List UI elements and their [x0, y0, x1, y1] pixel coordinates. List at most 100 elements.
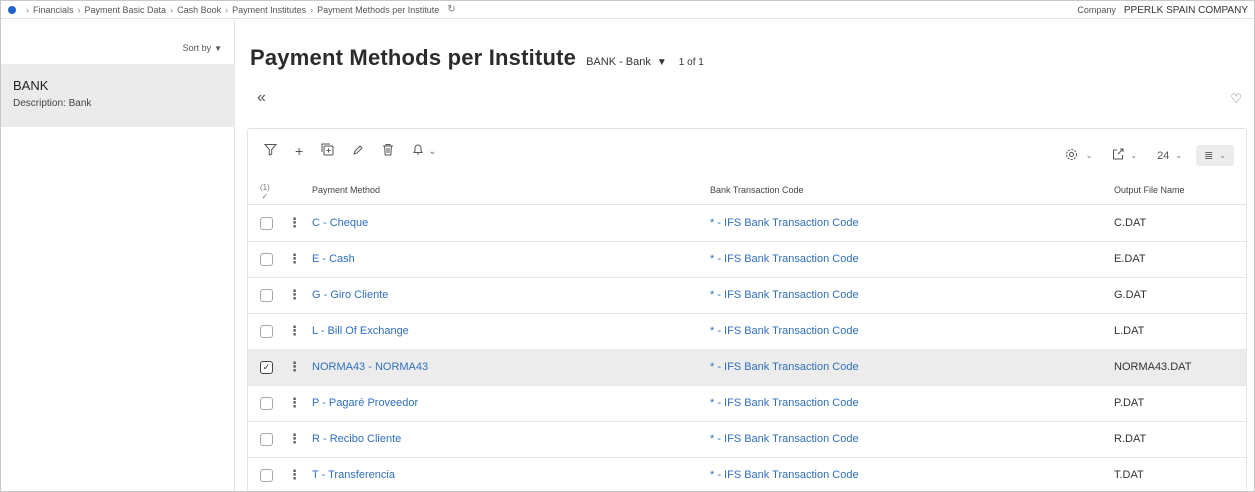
row-menu-icon[interactable]: ⋮ [288, 215, 301, 231]
table-row[interactable]: ⋮ T - Transferencia * - IFS Bank Transacti… [248, 458, 1246, 491]
edit-icon[interactable] [352, 143, 364, 159]
table-row[interactable]: ✓ ⋮ NORMA43 - NORMA43 * - IFS Bank Transact… [248, 350, 1246, 386]
page-size-value: 24 [1157, 149, 1170, 162]
chevron-down-icon: ⌄ [1130, 151, 1138, 160]
app-window: › Financials › Payment Basic Data › Cash… [0, 0, 1255, 492]
chevron-down-icon[interactable]: ⌄ [428, 146, 436, 157]
description-value: Bank [68, 98, 92, 109]
selection-count[interactable]: (1) ✓ [260, 183, 270, 201]
check-icon: ✓ [261, 192, 269, 201]
breadcrumb-cash-book[interactable]: Cash Book [177, 5, 221, 15]
bank-transaction-code-link[interactable]: * - IFS Bank Transaction Code [710, 253, 859, 265]
home-icon[interactable] [8, 5, 16, 14]
refresh-icon[interactable]: ↻ [447, 4, 455, 15]
sort-by-label: Sort by [182, 43, 212, 53]
output-file-name: G.DAT [1114, 289, 1147, 301]
payment-method-link[interactable]: NORMA43 - NORMA43 [312, 361, 428, 373]
payment-method-link[interactable]: L - Bill Of Exchange [312, 325, 409, 337]
row-menu-icon[interactable]: ⋮ [288, 251, 301, 267]
table-row[interactable]: ⋮ C - Cheque * - IFS Bank Transaction Code… [248, 206, 1246, 242]
chevron-down-icon: ⌄ [1175, 151, 1183, 160]
duplicate-icon[interactable] [321, 143, 334, 159]
row-checkbox[interactable] [260, 469, 273, 482]
caret-down-icon: ▼ [214, 44, 222, 53]
sort-by-button[interactable]: Sort by ▼ [183, 43, 222, 53]
page-title: Payment Methods per Institute [250, 45, 577, 70]
row-checkbox[interactable] [260, 217, 273, 230]
breadcrumb-payment-basic-data[interactable]: Payment Basic Data [85, 5, 167, 15]
chevron-right-icon: › [26, 4, 29, 15]
page-size-selector[interactable]: 24 ⌄ [1157, 150, 1182, 162]
row-menu-icon[interactable]: ⋮ [288, 395, 301, 411]
context-selector[interactable]: BANK - Bank ▼ [586, 56, 667, 68]
output-file-name: R.DAT [1114, 433, 1147, 445]
payment-method-link[interactable]: G - Giro Cliente [312, 289, 388, 301]
payment-method-link[interactable]: T - Transferencia [312, 469, 395, 481]
table-row[interactable]: ⋮ P - Pagaré Proveedor * - IFS Bank Transa… [248, 386, 1246, 422]
payment-method-link[interactable]: R - Recibo Cliente [312, 433, 401, 445]
company-label: Company [1077, 5, 1116, 15]
bank-transaction-code-link[interactable]: * - IFS Bank Transaction Code [710, 325, 859, 337]
row-menu-icon[interactable]: ⋮ [288, 431, 301, 447]
favorite-icon[interactable]: ♡ [1230, 91, 1242, 107]
bank-transaction-code-link[interactable]: * - IFS Bank Transaction Code [710, 397, 859, 409]
top-bar: › Financials › Payment Basic Data › Cash… [1, 1, 1254, 19]
row-checkbox[interactable]: ✓ [260, 361, 273, 374]
row-menu-icon[interactable]: ⋮ [288, 359, 301, 375]
chevron-right-icon: › [225, 4, 229, 15]
caret-down-icon: ▼ [656, 57, 667, 68]
output-file-name: NORMA43.DAT [1114, 361, 1192, 373]
record-card-title: BANK [13, 78, 49, 93]
breadcrumb-payment-institutes[interactable]: Payment Institutes [232, 5, 306, 15]
company-selector[interactable]: Company PPERLK SPAIN COMPANY [1077, 1, 1248, 19]
row-menu-icon[interactable]: ⋮ [288, 323, 301, 339]
bank-transaction-code-link[interactable]: * - IFS Bank Transaction Code [710, 433, 859, 445]
chevron-down-icon[interactable]: ⌄ [1086, 151, 1093, 160]
export-button[interactable]: ⌄ [1112, 148, 1137, 163]
row-checkbox[interactable] [260, 325, 273, 338]
column-header-payment-method[interactable]: Payment Method [312, 185, 380, 195]
record-list-panel: Sort by ▼ BANK Description: Bank [1, 20, 235, 491]
record-card-bank[interactable]: BANK Description: Bank [1, 64, 235, 127]
column-header-bank-transaction-code[interactable]: Bank Transaction Code [710, 185, 804, 195]
row-checkbox[interactable] [260, 397, 273, 410]
settings-icon[interactable] [1065, 148, 1078, 164]
payment-method-link[interactable]: E - Cash [312, 253, 355, 265]
output-file-name: P.DAT [1114, 397, 1145, 409]
row-checkbox[interactable] [260, 289, 273, 302]
row-menu-icon[interactable]: ⋮ [288, 467, 301, 483]
row-checkbox[interactable] [260, 253, 273, 266]
column-header-output-file-name[interactable]: Output File Name [1114, 185, 1185, 195]
breadcrumb-financials[interactable]: Financials [33, 5, 74, 15]
payment-method-link[interactable]: C - Cheque [312, 217, 368, 229]
delete-icon[interactable] [382, 143, 394, 159]
row-checkbox[interactable] [260, 433, 273, 446]
bank-transaction-code-link[interactable]: * - IFS Bank Transaction Code [710, 289, 859, 301]
output-file-name: C.DAT [1114, 217, 1147, 229]
table-row[interactable]: ⋮ E - Cash * - IFS Bank Transaction Code E.… [248, 242, 1246, 278]
breadcrumb-current: Payment Methods per Institute [317, 4, 440, 15]
row-menu-icon[interactable]: ⋮ [288, 287, 301, 303]
bank-transaction-code-link[interactable]: * - IFS Bank Transaction Code [710, 469, 859, 481]
breadcrumb: › Financials › Payment Basic Data › Cash… [22, 4, 456, 15]
data-grid: + ⌄ ⌄ ⌄ 24 ⌄ ≣ ⌄ (1) ✓ Payment Method Ba… [247, 128, 1247, 491]
add-icon[interactable]: + [295, 143, 303, 159]
output-file-name: E.DAT [1114, 253, 1146, 265]
selection-count-value: (1) [260, 183, 270, 192]
chevron-right-icon: › [170, 4, 174, 15]
notification-icon[interactable] [412, 143, 424, 159]
bank-transaction-code-link[interactable]: * - IFS Bank Transaction Code [710, 361, 859, 373]
bank-transaction-code-link[interactable]: * - IFS Bank Transaction Code [710, 217, 859, 229]
collapse-panel-icon[interactable]: « [257, 89, 266, 107]
chevron-down-icon: ⌄ [1219, 151, 1226, 160]
table-row[interactable]: ⋮ R - Recibo Cliente * - IFS Bank Transact… [248, 422, 1246, 458]
table-row[interactable]: ⋮ G - Giro Cliente * - IFS Bank Transactio… [248, 278, 1246, 314]
payment-method-link[interactable]: P - Pagaré Proveedor [312, 397, 418, 409]
table-row[interactable]: ⋮ L - Bill Of Exchange * - IFS Bank Transa… [248, 314, 1246, 350]
grid-header-row: (1) ✓ Payment Method Bank Transaction Co… [248, 175, 1246, 205]
context-value: BANK - Bank [586, 56, 651, 68]
company-value[interactable]: PPERLK SPAIN COMPANY [1124, 5, 1248, 16]
page-header: Payment Methods per Institute BANK - Ban… [250, 45, 704, 71]
filter-icon[interactable] [263, 143, 278, 159]
view-mode-button[interactable]: ≣ ⌄ [1196, 145, 1234, 166]
